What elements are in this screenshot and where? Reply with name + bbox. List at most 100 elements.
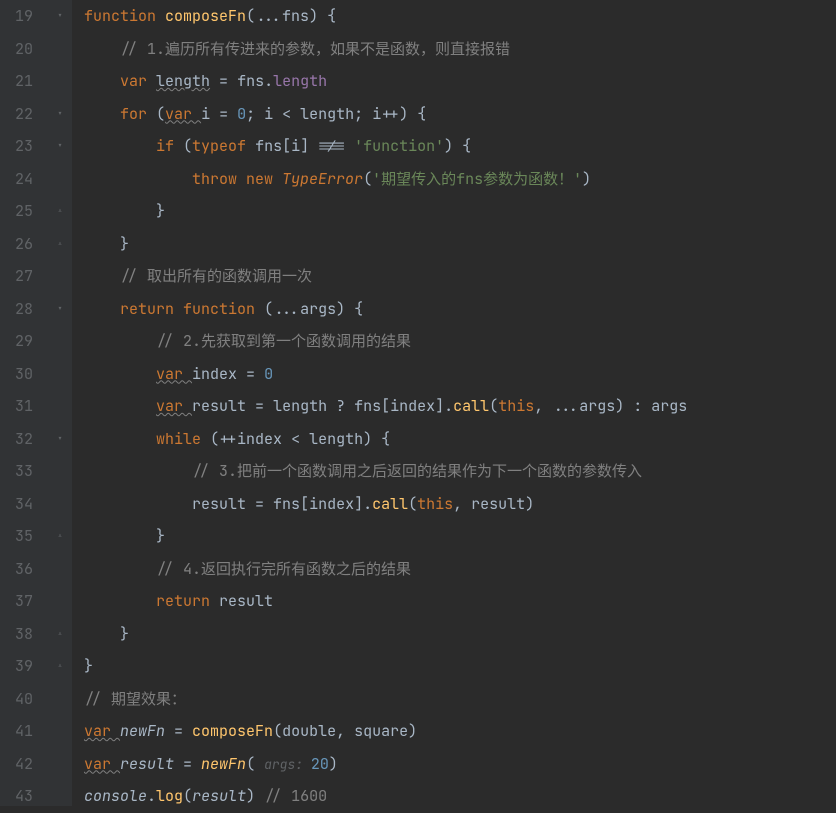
- line-number: 36: [0, 553, 33, 586]
- code-token: args: [651, 396, 687, 416]
- code-line[interactable]: var result = length ? fns[index].call(th…: [84, 390, 836, 423]
- code-token: this: [417, 494, 453, 514]
- code-token: new: [246, 169, 282, 189]
- fold-close-icon[interactable]: ▵: [48, 520, 72, 553]
- line-number: 29: [0, 325, 33, 358]
- code-line[interactable]: var newFn = composeFn(double, square): [84, 715, 836, 748]
- code-line[interactable]: throw new TypeError('期望传入的fns参数为函数！'): [84, 163, 836, 196]
- code-line[interactable]: }: [84, 195, 836, 228]
- code-line[interactable]: // 期望效果：: [84, 683, 836, 716]
- code-token: ): [246, 786, 264, 806]
- fold-open-icon[interactable]: ▾: [48, 0, 72, 33]
- code-line[interactable]: // 1.遍历所有传进来的参数，如果不是函数，则直接报错: [84, 33, 836, 66]
- code-area[interactable]: function composeFn(...fns) { // 1.遍历所有传进…: [72, 0, 836, 806]
- fold-empty: [48, 715, 72, 748]
- fold-empty: [48, 585, 72, 618]
- fold-close-icon[interactable]: ▵: [48, 228, 72, 261]
- fold-empty: [48, 65, 72, 98]
- code-token: [: [300, 494, 309, 514]
- line-number: 20: [0, 33, 33, 66]
- line-number: 38: [0, 618, 33, 651]
- code-token: (: [408, 494, 417, 514]
- code-line[interactable]: // 取出所有的函数调用一次: [84, 260, 836, 293]
- code-line[interactable]: }: [84, 520, 836, 553]
- code-line[interactable]: if (typeof fns[i] !== 'function') {: [84, 130, 836, 163]
- code-line[interactable]: }: [84, 650, 836, 683]
- code-line[interactable]: var result = newFn( args: 20): [84, 748, 836, 781]
- code-token: result: [471, 494, 525, 514]
- code-line[interactable]: return result: [84, 585, 836, 618]
- code-token: [84, 39, 120, 59]
- code-token: ): [582, 169, 591, 189]
- code-token: typeof: [192, 136, 255, 156]
- code-token: (: [183, 136, 192, 156]
- code-token: (: [363, 169, 372, 189]
- code-token: // 取出所有的函数调用一次: [120, 266, 312, 286]
- code-line[interactable]: // 2.先获取到第一个函数调用的结果: [84, 325, 836, 358]
- fold-empty: [48, 455, 72, 488]
- fold-empty: [48, 390, 72, 423]
- code-line[interactable]: var index = 0: [84, 358, 836, 391]
- code-line[interactable]: function composeFn(...fns) {: [84, 0, 836, 33]
- code-token: ].: [354, 494, 372, 514]
- code-token: (: [489, 396, 498, 416]
- code-token: (...: [264, 299, 300, 319]
- code-line[interactable]: var length = fns.length: [84, 65, 836, 98]
- fold-open-icon[interactable]: ▾: [48, 423, 72, 456]
- code-token: [84, 364, 156, 384]
- code-token: i: [372, 104, 381, 124]
- line-number: 26: [0, 228, 33, 261]
- code-line[interactable]: result = fns[index].call(this, result): [84, 488, 836, 521]
- line-number: 41: [0, 715, 33, 748]
- code-line[interactable]: }: [84, 618, 836, 651]
- fold-open-icon[interactable]: ▾: [48, 98, 72, 131]
- fold-column[interactable]: ▾▾▾▵▵▾▾▵▵▵: [48, 0, 72, 806]
- code-token: .: [264, 71, 273, 91]
- code-token: (: [246, 754, 264, 774]
- code-token: var: [165, 104, 201, 124]
- fold-close-icon[interactable]: ▵: [48, 195, 72, 228]
- code-line[interactable]: console.log(result) // 1600: [84, 780, 836, 806]
- code-token: index: [192, 364, 237, 384]
- code-token: fns: [255, 136, 282, 156]
- line-number: 32: [0, 423, 33, 456]
- code-line[interactable]: return function (...args) {: [84, 293, 836, 326]
- fold-close-icon[interactable]: ▵: [48, 650, 72, 683]
- line-number: 42: [0, 748, 33, 781]
- fold-empty: [48, 488, 72, 521]
- code-line[interactable]: for (var i = 0; i < length; i++) {: [84, 98, 836, 131]
- code-token: var: [120, 71, 156, 91]
- code-token: throw: [192, 169, 246, 189]
- code-line[interactable]: // 4.返回执行完所有函数之后的结果: [84, 553, 836, 586]
- code-token: result: [192, 786, 246, 806]
- fold-empty: [48, 748, 72, 781]
- code-token: result: [120, 754, 174, 774]
- fold-close-icon[interactable]: ▵: [48, 618, 72, 651]
- code-token: square: [354, 721, 408, 741]
- code-token: }: [84, 201, 165, 221]
- code-token: =: [237, 364, 264, 384]
- code-line[interactable]: }: [84, 228, 836, 261]
- code-token: fns: [354, 396, 381, 416]
- code-token: i: [201, 104, 210, 124]
- code-token: ,: [336, 721, 354, 741]
- code-token: .: [147, 786, 156, 806]
- code-token: ].: [435, 396, 453, 416]
- code-token: (++: [210, 429, 237, 449]
- line-number: 34: [0, 488, 33, 521]
- code-token: }: [84, 656, 93, 676]
- code-token: ) {: [363, 429, 390, 449]
- code-token: =: [174, 754, 201, 774]
- fold-open-icon[interactable]: ▾: [48, 293, 72, 326]
- fold-empty: [48, 325, 72, 358]
- code-token: ) {: [309, 6, 336, 26]
- fold-empty: [48, 260, 72, 293]
- code-token: ,: [453, 494, 471, 514]
- fold-open-icon[interactable]: ▾: [48, 130, 72, 163]
- code-editor[interactable]: 1920212223242526272829303132333435363738…: [0, 0, 836, 806]
- code-token: result: [192, 494, 246, 514]
- code-line[interactable]: // 3.把前一个函数调用之后返回的结果作为下一个函数的参数传入: [84, 455, 836, 488]
- code-token: index: [309, 494, 354, 514]
- code-token: ;: [246, 104, 264, 124]
- code-line[interactable]: while (++index < length) {: [84, 423, 836, 456]
